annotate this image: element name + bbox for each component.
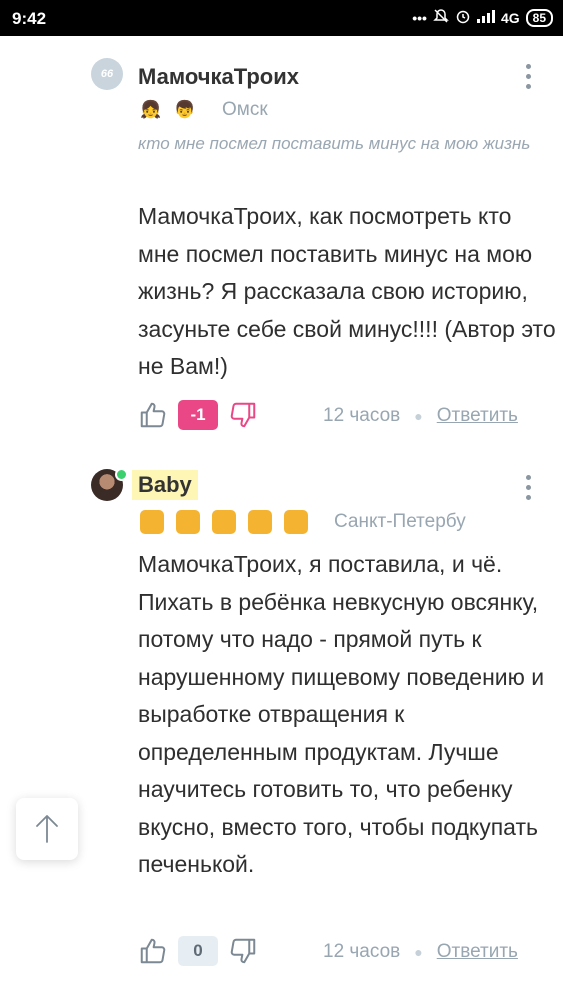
separator-dot: ● <box>414 944 423 960</box>
comment-actions: 0 <box>138 936 258 966</box>
battery-icon: 85 <box>525 8 553 27</box>
comment-time: 12 часов <box>323 941 401 962</box>
comment-meta: 12 часов ● Ответить <box>323 405 518 427</box>
user-badges: 👧 👦 <box>138 97 198 123</box>
avatar[interactable]: 66 <box>91 58 123 90</box>
status-bar: 9:42 ••• 4G 85 <box>0 0 563 36</box>
medal-badge-icon <box>248 510 272 534</box>
medal-badge-icon <box>212 510 236 534</box>
comment-score: 0 <box>178 936 218 966</box>
online-indicator <box>115 468 128 481</box>
comment-text: МамочкаТроих, я поставила, и чё. Пихать … <box>138 551 545 877</box>
alarm-icon <box>455 8 471 27</box>
reply-link[interactable]: Ответить <box>437 405 518 427</box>
quoted-text[interactable]: кто мне посмел поставить минус на мою жи… <box>138 128 538 159</box>
more-notifications-icon: ••• <box>412 9 427 26</box>
signal-icon <box>476 9 495 26</box>
separator-dot: ● <box>414 408 423 424</box>
thumbs-down-icon[interactable] <box>228 936 258 966</box>
thumbs-down-icon[interactable] <box>228 400 258 430</box>
thumbs-up-icon[interactable] <box>138 936 168 966</box>
thumbs-up-icon[interactable] <box>138 400 168 430</box>
mute-icon <box>433 8 449 27</box>
comment-city: Санкт-Петербу <box>334 511 466 532</box>
more-options-icon[interactable] <box>526 64 532 94</box>
comment-author[interactable]: Baby <box>132 470 198 500</box>
medal-badge-icon <box>176 510 200 534</box>
comment-actions: -1 <box>138 400 258 430</box>
scroll-to-top-button[interactable] <box>16 798 78 860</box>
user-badges <box>140 510 320 534</box>
comment-meta: 12 часов ● Ответить <box>323 941 518 963</box>
comment-author[interactable]: МамочкаТроих <box>138 64 299 90</box>
comment-city: Омск <box>222 99 268 120</box>
status-time: 9:42 <box>12 9 47 28</box>
comment-time: 12 часов <box>323 405 401 426</box>
status-icons: ••• 4G 85 <box>412 8 553 27</box>
medal-badge-icon <box>284 510 308 534</box>
reply-link[interactable]: Ответить <box>437 941 518 963</box>
girl-badge-icon: 👧 <box>140 100 162 119</box>
arrow-up-icon <box>36 815 58 843</box>
comment-score: -1 <box>178 400 218 430</box>
medal-badge-icon <box>140 510 164 534</box>
boy-badge-icon: 👦 <box>174 100 196 119</box>
comment-text: МамочкаТроих, как посмотреть кто мне пос… <box>138 203 556 379</box>
network-type: 4G <box>500 9 520 26</box>
more-options-icon[interactable] <box>526 475 532 505</box>
